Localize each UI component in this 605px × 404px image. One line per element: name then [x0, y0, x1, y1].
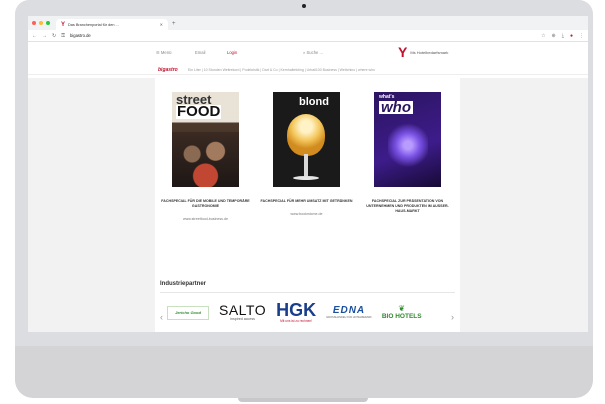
search-placeholder: Suche ...	[306, 50, 324, 55]
glass-stem	[304, 154, 308, 176]
magazine-card-blond[interactable]: blond FACHSPECIAL FÜR MEHR UMSATZ MIT GE…	[256, 92, 357, 223]
beer-glass-image	[287, 114, 325, 156]
maximize-window-icon[interactable]	[46, 21, 50, 25]
close-window-icon[interactable]	[32, 21, 36, 25]
cover-title: blond	[299, 96, 329, 108]
bigastro-logo[interactable]: bigastro	[158, 67, 178, 73]
monitor-stand	[238, 398, 368, 402]
menu-dots-icon[interactable]: ⋮	[579, 33, 584, 39]
profile-icon[interactable]: ●	[570, 33, 573, 39]
download-icon[interactable]: ⤓	[562, 33, 564, 39]
tab-bar: Y Das Branchenportal für den ... ✕ +	[28, 16, 588, 30]
magazine-card-streetfood[interactable]: street FOOD FACHSPECIAL FÜR DIE MOBILE U…	[155, 92, 256, 223]
card-description: FACHSPECIAL FÜR DIE MOBILE UND TEMPORÄRE…	[161, 199, 250, 209]
blond-cover[interactable]: blond	[273, 92, 340, 187]
partner-logos: Jericho Good SALTO inspired access HGK M…	[167, 300, 422, 323]
address-bar: ← → ↻ ⚿ bigastro.de ☆ ⊕ ⤓ ● ⋮	[28, 30, 588, 42]
logo-subtext: GROSSHANDEL FÜR HOTELBEDARF	[326, 316, 372, 319]
whoswho-cover[interactable]: what's who	[374, 92, 441, 187]
browser-window: Y Das Branchenportal für den ... ✕ + ← →…	[28, 16, 588, 332]
star-icon[interactable]: ☆	[541, 33, 545, 39]
partner-logo-jericho[interactable]: Jericho Good	[167, 305, 209, 320]
main-content: street FOOD FACHSPECIAL FÜR DIE MOBILE U…	[155, 78, 460, 332]
divider	[160, 292, 455, 293]
carousel-next-icon[interactable]: ›	[451, 312, 454, 322]
site-header: ☰ Menü Email Login ⌕ Suche ... Y Ms Hote…	[28, 42, 588, 64]
new-tab-button[interactable]: +	[172, 19, 176, 30]
streetfood-cover[interactable]: street FOOD	[172, 92, 239, 187]
logo-text: BIO HOTELS	[381, 313, 422, 320]
menu-link[interactable]: ☰ Menü	[156, 50, 171, 55]
brand-mark: Y	[398, 44, 408, 60]
partner-logo-biohotels[interactable]: ❦ BIO HOTELS	[381, 304, 422, 321]
leaf-icon: ❦	[398, 304, 406, 313]
url-field[interactable]: bigastro.de	[70, 33, 535, 38]
cover-photo	[172, 132, 239, 187]
search-input[interactable]: ⌕ Suche ...	[303, 50, 323, 55]
brand-text: Ms Hotelbedarfsmark	[410, 49, 449, 55]
monitor-chin	[15, 346, 593, 398]
card-description: FACHSPECIAL FÜR MEHR UMSATZ MIT GETRÄNKE…	[260, 199, 353, 203]
magazine-card-whoswho[interactable]: what's who FACHSPECIAL ZUR PRÄSENTATION …	[357, 92, 458, 223]
cover-title: FOOD	[176, 103, 222, 120]
browser-tab[interactable]: Y Das Branchenportal für den ... ✕	[56, 19, 168, 30]
email-link[interactable]: Email	[195, 50, 205, 55]
partners-heading: Industriepartner	[160, 281, 207, 287]
carousel-prev-icon[interactable]: ‹	[160, 312, 163, 322]
reload-icon[interactable]: ↻	[52, 33, 56, 39]
tab-title: Das Branchenportal für den ...	[68, 22, 119, 27]
login-link[interactable]: Login	[227, 50, 237, 55]
subnav-links[interactable]: Ein Liter | 10 Stunden Weltrekord | Pode…	[188, 68, 375, 72]
logo-text: HGK	[276, 300, 317, 320]
desktop-mockup: Y Das Branchenportal für den ... ✕ + ← →…	[0, 0, 605, 404]
logo-subtext: Mit uns ist zu rechnen!	[280, 319, 313, 323]
extensions-icon[interactable]: ⊕	[552, 33, 556, 39]
back-icon[interactable]: ←	[32, 33, 37, 39]
sub-navigation: bigastro Ein Liter | 10 Stunden Weltreko…	[28, 64, 588, 75]
glass-base	[293, 176, 319, 180]
logo-text: SALTO	[219, 302, 267, 318]
cover-title: who	[379, 99, 413, 116]
logo-text: EDNA	[332, 305, 366, 316]
tab-close-icon[interactable]: ✕	[160, 22, 163, 27]
brand-logo[interactable]: Y Ms Hotelbedarfsmark	[398, 45, 448, 59]
magazine-cards: street FOOD FACHSPECIAL FÜR DIE MOBILE U…	[155, 92, 460, 223]
card-description: FACHSPECIAL ZUR PRÄSENTATION VON UNTERNE…	[366, 199, 449, 214]
digital-hand-image	[388, 122, 428, 180]
partner-logo-edna[interactable]: EDNA GROSSHANDEL FÜR HOTELBEDARF	[326, 305, 372, 320]
card-link[interactable]: www.bookmicme.de	[291, 212, 323, 216]
camera-icon	[302, 4, 306, 8]
partner-logo-hgk[interactable]: HGK Mit uns ist zu rechnen!	[276, 300, 317, 323]
site-favicon-icon: Y	[61, 21, 66, 28]
lock-icon[interactable]: ⚿	[61, 33, 65, 39]
menu-label: Menü	[160, 50, 172, 55]
window-controls	[32, 16, 50, 30]
card-link[interactable]: www.streetfood-business.de	[183, 217, 228, 221]
minimize-window-icon[interactable]	[39, 21, 43, 25]
forward-icon[interactable]: →	[42, 33, 47, 39]
logo-subtext: inspired access	[230, 317, 255, 321]
partner-logo-salto[interactable]: SALTO inspired access	[219, 302, 267, 321]
